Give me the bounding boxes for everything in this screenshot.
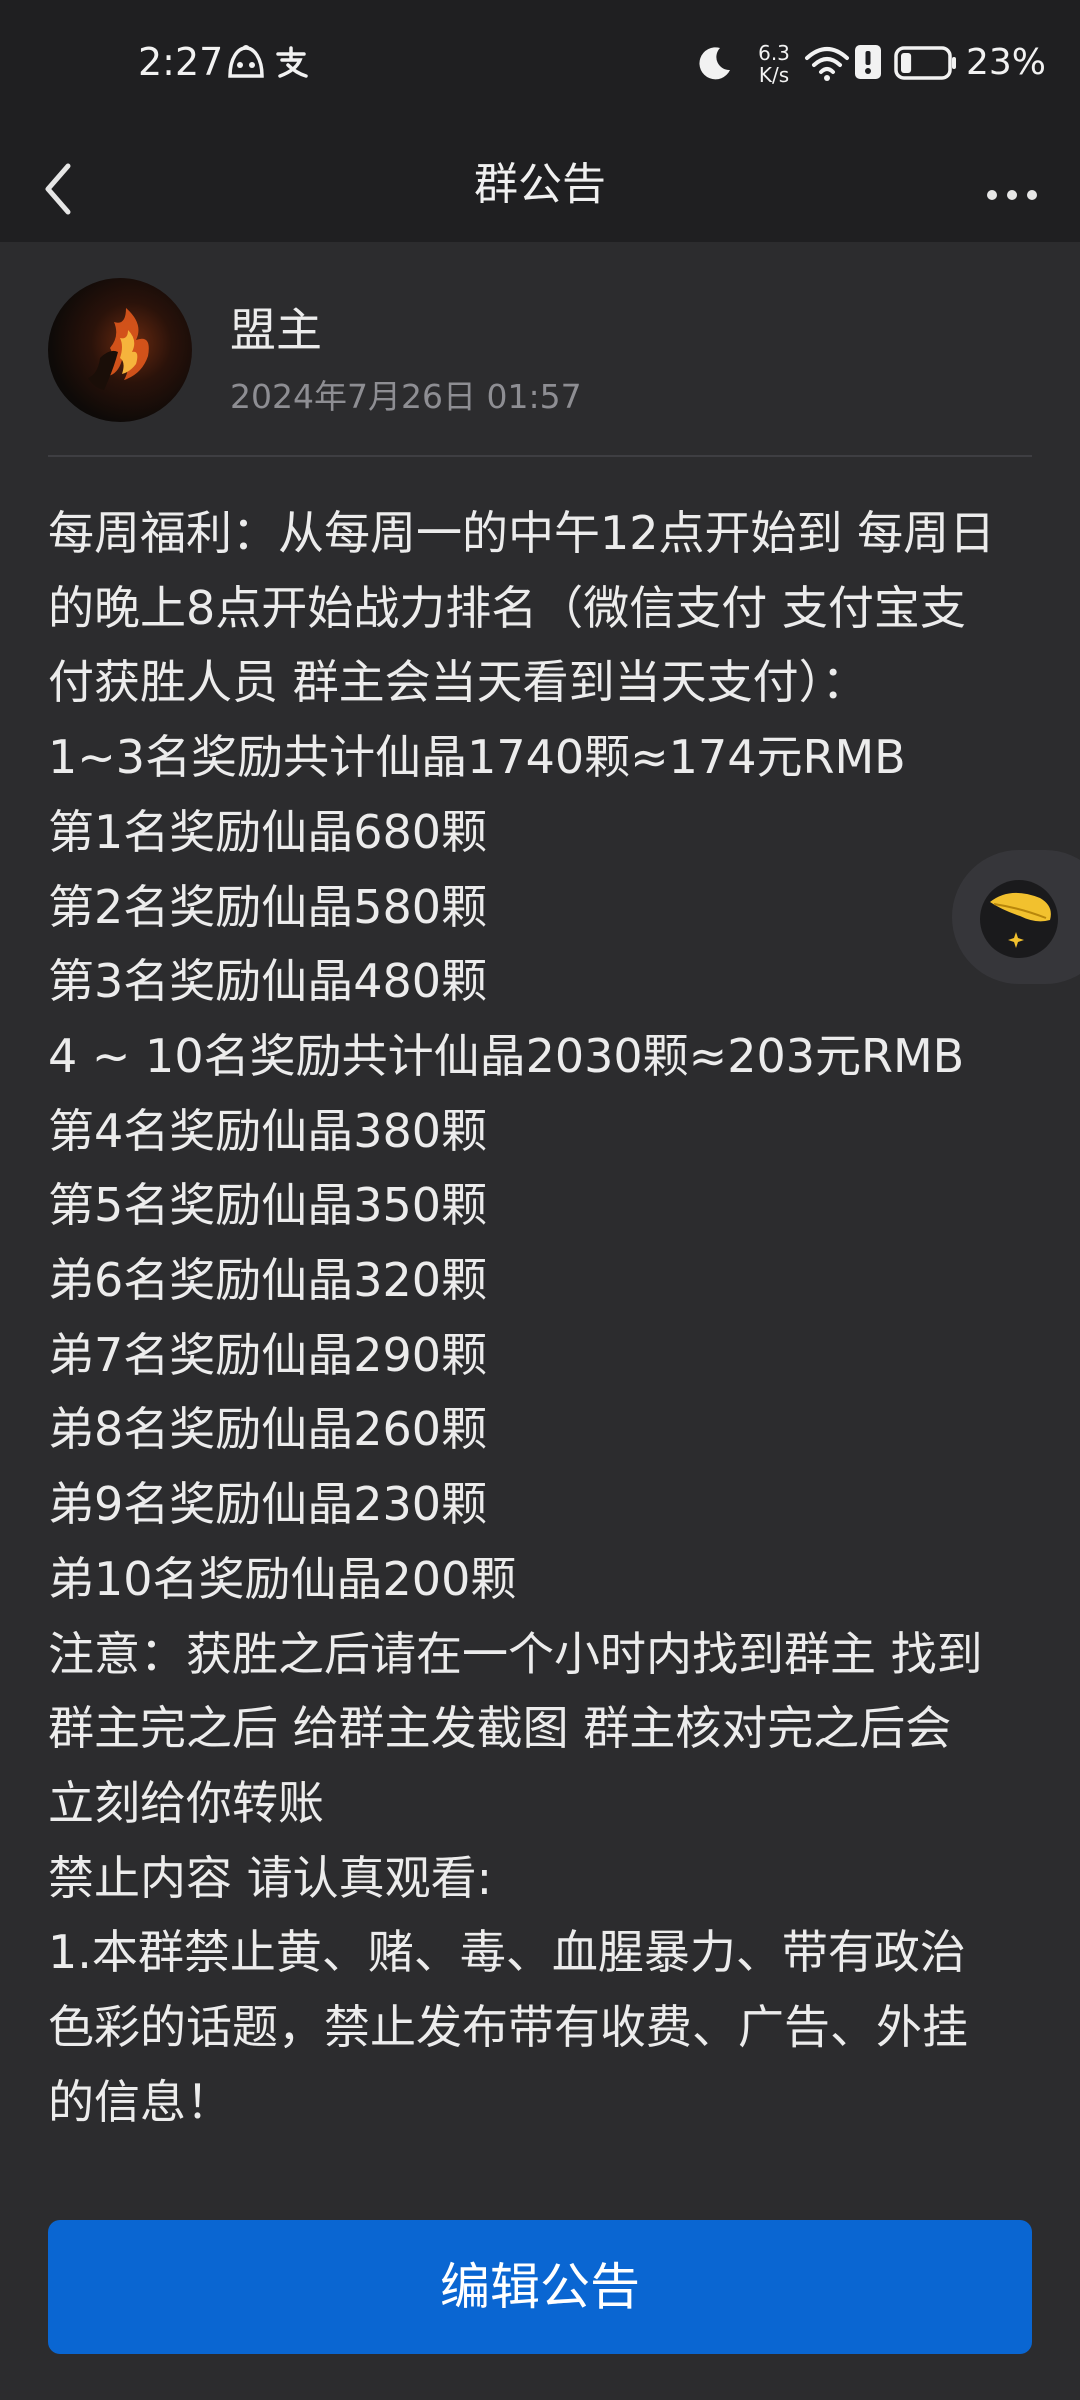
- flame-portrait-icon: [88, 308, 149, 390]
- announcement-line: 第5名奖励仙晶350颗: [48, 1178, 488, 1233]
- announcement-line: 立刻给你转账: [48, 1775, 324, 1830]
- announcement-line: 禁止内容 请认真观看:: [48, 1850, 493, 1905]
- announcement-line: 注意：获胜之后请在一个小时内找到群主 找到: [48, 1626, 983, 1681]
- divider: [48, 455, 1032, 457]
- announcement-line: 第1名奖励仙晶680颗: [48, 804, 488, 859]
- announcement-line: 第2名奖励仙晶580颗: [48, 879, 488, 934]
- announcement-line: 第4名奖励仙晶380颗: [48, 1103, 488, 1158]
- announcement-line: 1~3名奖励共计仙晶1740颗≈174元RMB: [48, 730, 906, 785]
- page-title: 群公告: [474, 159, 606, 210]
- announcement-line: 4 ~ 10名奖励共计仙晶2030颗≈203元RMB: [48, 1028, 965, 1083]
- announcement-line: 的信息！: [48, 2074, 232, 2129]
- moon-icon: [699, 47, 730, 80]
- post-date: 2024年7月26日 01:57: [230, 377, 582, 416]
- announcement-line: 弟10名奖励仙晶200颗: [48, 1551, 517, 1606]
- feather-icon: [990, 892, 1051, 948]
- battery-fill: [901, 53, 912, 73]
- announcement-body: 每周福利：从每周一的中午12点开始到 每周日 的晚上8点开始战力排名（微信支付 支…: [48, 496, 1038, 2139]
- announcement-line: 第3名奖励仙晶480颗: [48, 954, 488, 1009]
- alert-icon: [855, 45, 881, 79]
- announcement-author: 盟主 2024年7月26日 01:57: [48, 278, 1032, 428]
- top-bar: 2:27 6.3 K/s 23% 群公告: [0, 0, 1080, 242]
- back-button[interactable]: [30, 146, 110, 226]
- announcement-line: 的晚上8点开始战力排名（微信支付 支付宝支: [48, 580, 966, 635]
- net-speed-unit: K/s: [758, 63, 790, 87]
- status-time: 2:27: [138, 40, 224, 84]
- author-name: 盟主: [230, 303, 322, 357]
- battery-percent: 23%: [966, 42, 1047, 83]
- announcement-line: 每周福利：从每周一的中午12点开始到 每周日: [48, 506, 996, 560]
- edit-announcement-button[interactable]: 编辑公告: [48, 2220, 1032, 2354]
- announcement-line: 弟8名奖励仙晶260颗: [48, 1402, 488, 1457]
- net-speed: 6.3 K/s: [752, 42, 796, 86]
- announcement-line: 弟7名奖励仙晶290颗: [48, 1327, 488, 1382]
- status-bar: 2:27 6.3 K/s 23%: [0, 0, 1080, 130]
- avatar[interactable]: [48, 278, 192, 422]
- baby-face-icon: [228, 45, 264, 78]
- announcement-line: 付获胜人员 群主会当天看到当天支付）：: [48, 655, 868, 710]
- announcement-line: 群主完之后 给群主发截图 群主核对完之后会: [48, 1701, 952, 1756]
- floating-feather-button[interactable]: [952, 850, 1080, 984]
- battery-icon: [894, 46, 956, 80]
- net-speed-value: 6.3: [758, 41, 790, 65]
- announcement-line: 弟9名奖励仙晶230颗: [48, 1477, 488, 1532]
- nav-bar: 群公告: [0, 130, 1080, 242]
- more-dots-icon: [987, 190, 1037, 200]
- announcement-line: 1.本群禁止黄、赌、毒、血腥暴力、带有政治: [48, 1925, 966, 1980]
- more-button[interactable]: [970, 150, 1060, 220]
- alipay-icon: [276, 46, 308, 78]
- announcement-line: 色彩的话题，禁止发布带有收费、广告、外挂: [48, 2000, 968, 2055]
- chevron-left-icon: [45, 163, 71, 215]
- wifi-icon: [805, 47, 849, 81]
- announcement-line: 弟6名奖励仙晶320颗: [48, 1253, 488, 1308]
- floating-icon-bg: [980, 880, 1058, 958]
